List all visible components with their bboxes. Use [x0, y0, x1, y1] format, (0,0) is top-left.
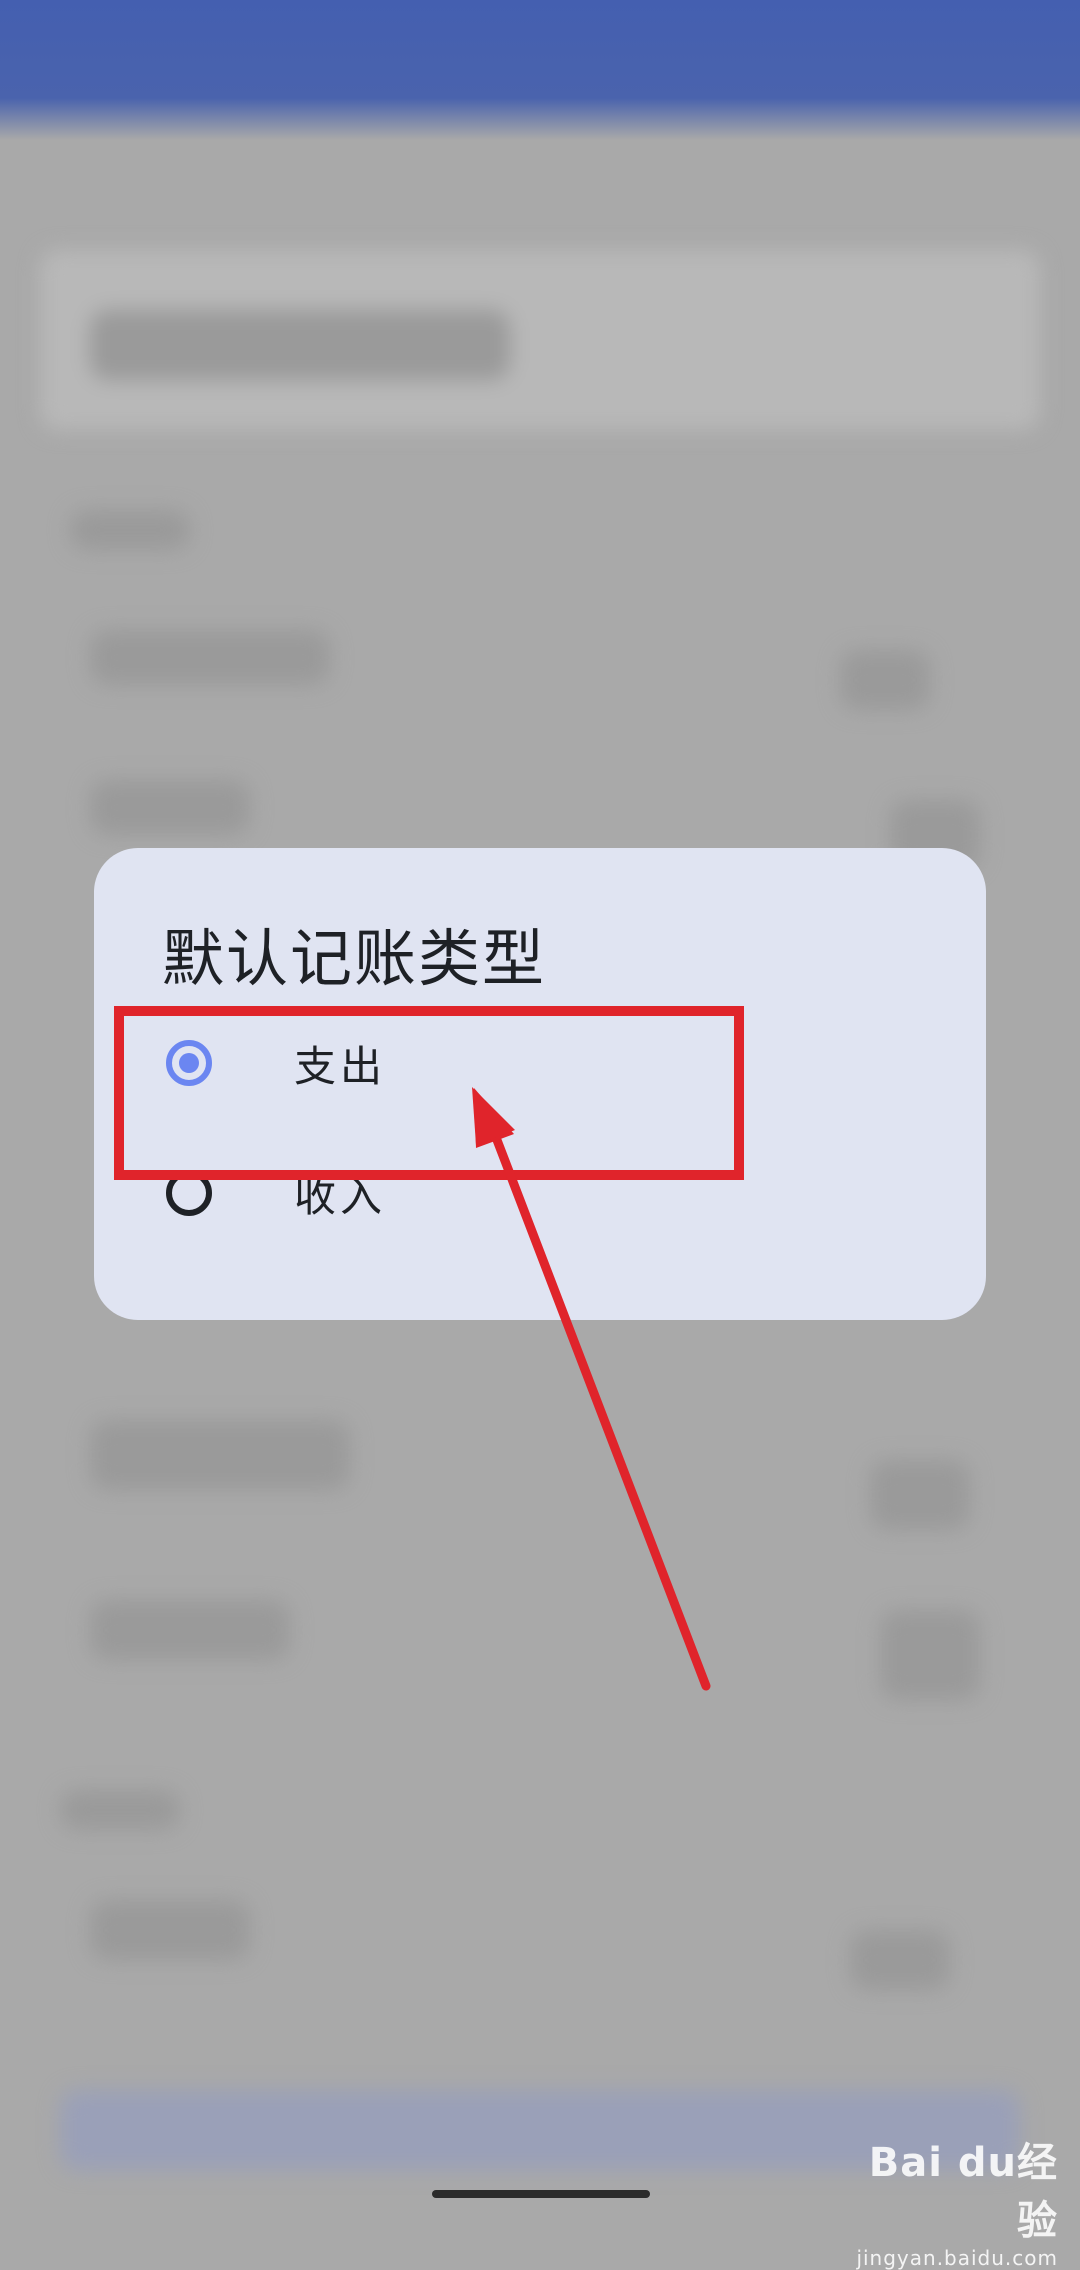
watermark: Bai du经验 jingyan.baidu.com: [828, 2130, 1058, 2270]
watermark-site: jingyan.baidu.com: [856, 2246, 1058, 2270]
home-indicator[interactable]: [432, 2190, 650, 2198]
annotation-arrow-icon: [472, 1087, 711, 1691]
watermark-logo: Bai du经验: [868, 2140, 1058, 2244]
